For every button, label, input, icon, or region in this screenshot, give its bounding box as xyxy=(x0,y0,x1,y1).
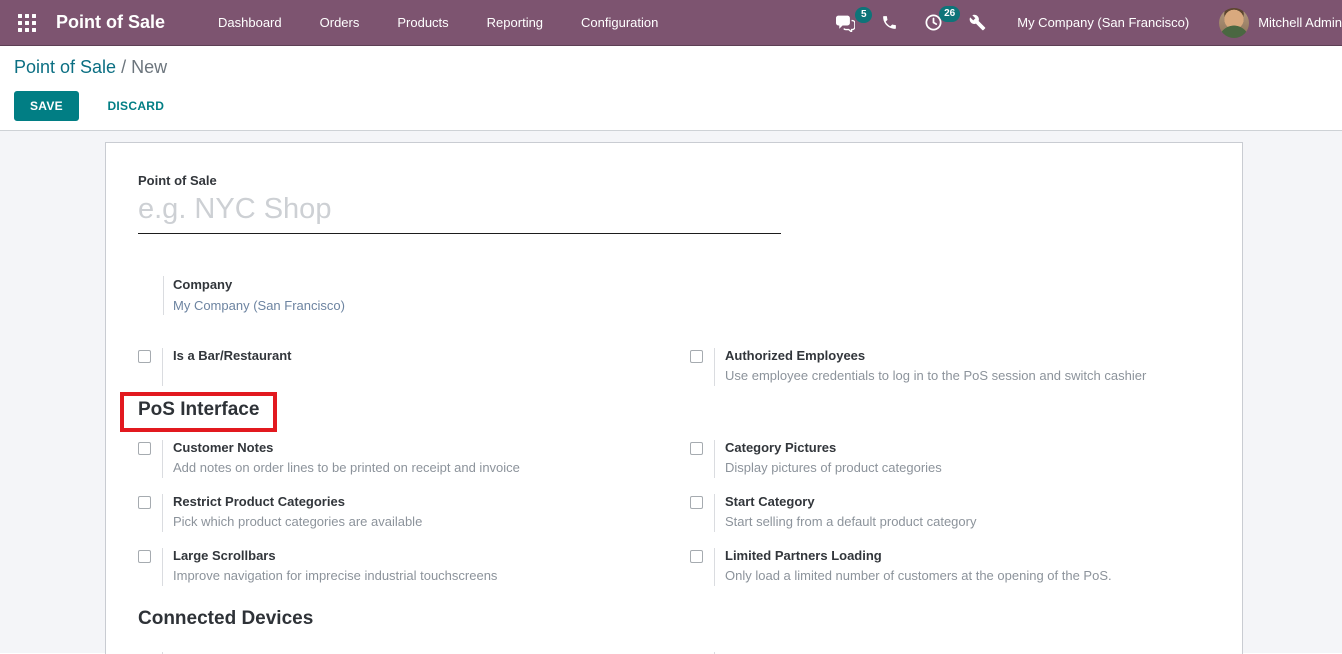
checkbox-restrict-product-categories[interactable] xyxy=(138,496,151,509)
setting-label: Category Pictures xyxy=(725,440,942,455)
user-menu[interactable]: Mitchell Admin xyxy=(1258,15,1342,30)
app-title[interactable]: Point of Sale xyxy=(56,12,165,33)
company-switcher[interactable]: My Company (San Francisco) xyxy=(1017,15,1189,30)
menu-dashboard[interactable]: Dashboard xyxy=(199,8,301,37)
setting-row-category-pictures: Category Pictures Display pictures of pr… xyxy=(690,440,1210,478)
checkbox-large-scrollbars[interactable] xyxy=(138,550,151,563)
checkbox-authorized-employees[interactable] xyxy=(690,350,703,363)
setting-row-limited-partners-loading: Limited Partners Loading Only load a lim… xyxy=(690,548,1210,586)
apps-menu-icon[interactable] xyxy=(12,8,42,38)
setting-row-authorized-employees: Authorized Employees Use employee creden… xyxy=(690,348,1210,386)
connected-devices-heading: Connected Devices xyxy=(138,608,1210,630)
setting-label: Customer Notes xyxy=(173,440,520,455)
company-label: Company xyxy=(173,277,1210,292)
setting-label: Limited Partners Loading xyxy=(725,548,1112,563)
content-canvas: Point of Sale Company My Company (San Fr… xyxy=(0,131,1342,653)
setting-description: Start selling from a default product cat… xyxy=(725,514,976,529)
setting-row-customer-notes: Customer Notes Add notes on order lines … xyxy=(138,440,690,478)
breadcrumb-separator: / xyxy=(121,57,131,77)
setting-label: Authorized Employees xyxy=(725,348,1146,363)
form-sheet: Point of Sale Company My Company (San Fr… xyxy=(105,142,1243,654)
setting-label: Large Scrollbars xyxy=(173,548,497,563)
setting-description: Use employee credentials to log in to th… xyxy=(725,368,1146,383)
setting-description: Only load a limited number of customers … xyxy=(725,568,1112,583)
setting-description: Improve navigation for imprecise industr… xyxy=(173,568,497,583)
phone-icon[interactable] xyxy=(868,5,911,40)
pos-interface-heading: PoS Interface xyxy=(138,399,259,421)
checkbox-start-category[interactable] xyxy=(690,496,703,509)
setting-row-start-category: Start Category Start selling from a defa… xyxy=(690,494,1210,532)
setting-row-large-scrollbars: Large Scrollbars Improve navigation for … xyxy=(138,548,690,586)
setting-label: Start Category xyxy=(725,494,976,509)
settings-top-grid: Is a Bar/Restaurant Authorized Employees… xyxy=(138,348,1210,386)
setting-description: Pick which product categories are availa… xyxy=(173,514,422,529)
menu-reporting[interactable]: Reporting xyxy=(468,8,562,37)
messages-icon[interactable]: 5 xyxy=(822,5,868,41)
pos-name-label: Point of Sale xyxy=(138,173,1210,188)
company-value-link[interactable]: My Company (San Francisco) xyxy=(173,298,1210,313)
pos-name-input[interactable] xyxy=(138,192,781,234)
navbar-systray: 5 26 My Company (San Francisco) Mitchell… xyxy=(822,4,1342,41)
pos-interface-section: PoS Interface xyxy=(138,392,1210,432)
control-panel: Point of Sale / New SAVE DISCARD xyxy=(0,46,1342,131)
tools-icon[interactable] xyxy=(956,5,999,40)
setting-description: Add notes on order lines to be printed o… xyxy=(173,460,520,475)
connected-devices-section: Connected Devices xyxy=(138,608,1210,630)
company-field: Company My Company (San Francisco) xyxy=(163,276,1210,315)
user-avatar[interactable] xyxy=(1219,8,1249,38)
setting-description: Display pictures of product categories xyxy=(725,460,942,475)
save-button[interactable]: SAVE xyxy=(14,91,79,121)
breadcrumb-root[interactable]: Point of Sale xyxy=(14,57,116,77)
setting-label: Is a Bar/Restaurant xyxy=(173,348,292,363)
setting-label: Restrict Product Categories xyxy=(173,494,422,509)
checkbox-is-a-bar-restaurant[interactable] xyxy=(138,350,151,363)
top-navbar: Point of Sale Dashboard Orders Products … xyxy=(0,0,1342,46)
activities-clock-icon[interactable]: 26 xyxy=(911,4,956,41)
checkbox-category-pictures[interactable] xyxy=(690,442,703,455)
breadcrumb-current: New xyxy=(131,57,167,77)
menu-products[interactable]: Products xyxy=(378,8,467,37)
pos-interface-grid: Customer Notes Add notes on order lines … xyxy=(138,440,1210,586)
main-menu: Dashboard Orders Products Reporting Conf… xyxy=(199,8,677,37)
annotation-highlight-box: PoS Interface xyxy=(120,392,277,432)
menu-configuration[interactable]: Configuration xyxy=(562,8,677,37)
checkbox-limited-partners-loading[interactable] xyxy=(690,550,703,563)
setting-row-is-a-bar-restaurant: Is a Bar/Restaurant xyxy=(138,348,690,386)
menu-orders[interactable]: Orders xyxy=(301,8,379,37)
breadcrumb: Point of Sale / New xyxy=(14,57,1342,78)
discard-button[interactable]: DISCARD xyxy=(92,92,179,120)
setting-row-restrict-product-categories: Restrict Product Categories Pick which p… xyxy=(138,494,690,532)
checkbox-customer-notes[interactable] xyxy=(138,442,151,455)
